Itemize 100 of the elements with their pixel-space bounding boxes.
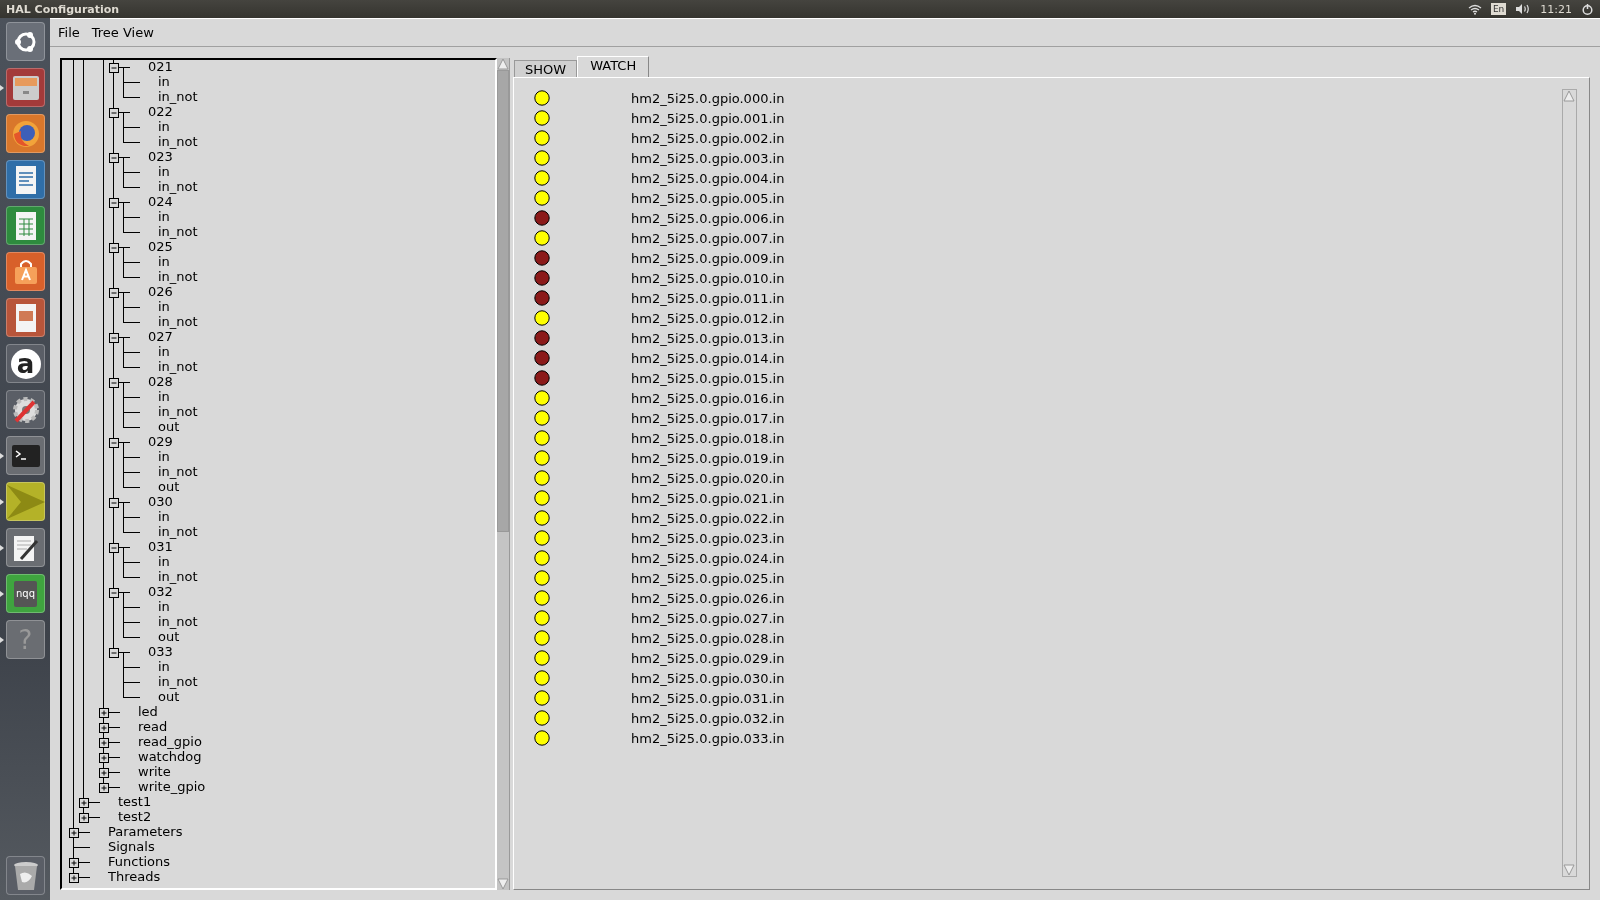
tree-item[interactable]: in <box>158 209 170 225</box>
collapse-icon[interactable] <box>109 587 119 598</box>
launcher-app-button[interactable] <box>6 856 45 895</box>
expand-icon[interactable] <box>69 827 79 838</box>
tree-item[interactable]: test1 <box>118 794 152 810</box>
tree-item[interactable]: in <box>158 659 170 675</box>
expand-icon[interactable] <box>69 872 79 883</box>
launcher-app-button[interactable]: nqq <box>6 574 45 613</box>
speaker-icon[interactable] <box>1515 3 1532 15</box>
tree-item[interactable]: 029 <box>148 434 173 450</box>
scrollbar-thumb[interactable] <box>497 70 509 532</box>
launcher-app-button[interactable] <box>6 22 45 61</box>
tree-item[interactable]: 032 <box>148 584 173 600</box>
collapse-icon[interactable] <box>109 647 119 658</box>
tree-item[interactable]: 028 <box>148 374 173 390</box>
collapse-icon[interactable] <box>109 242 119 253</box>
tree-item[interactable]: in <box>158 299 170 315</box>
tree-item[interactable]: in <box>158 599 170 615</box>
tree-item[interactable]: in <box>158 164 170 180</box>
expand-icon[interactable] <box>69 857 79 868</box>
menu-item[interactable]: Tree View <box>91 23 154 42</box>
tree-guide-lines <box>72 675 140 690</box>
keyboard-layout-indicator[interactable]: En <box>1490 3 1507 15</box>
launcher-app-button[interactable] <box>6 390 45 429</box>
tree-item[interactable]: 025 <box>148 239 173 255</box>
collapse-icon[interactable] <box>109 107 119 118</box>
tree-item[interactable]: 024 <box>148 194 173 210</box>
launcher-app-button[interactable] <box>6 436 45 475</box>
tree-item[interactable]: Threads <box>108 869 161 885</box>
tree-item[interactable]: out <box>158 629 180 645</box>
tree-item[interactable]: in_not <box>158 179 198 195</box>
tree-item[interactable]: in <box>158 119 170 135</box>
tree-item[interactable]: 027 <box>148 329 173 345</box>
collapse-icon[interactable] <box>109 287 119 298</box>
tree-item[interactable]: in <box>158 74 170 90</box>
tree-item[interactable]: in_not <box>158 674 198 690</box>
collapse-icon[interactable] <box>109 377 119 388</box>
tree-item[interactable]: Functions <box>108 854 171 870</box>
tree-item[interactable]: read <box>138 719 168 735</box>
expand-icon[interactable] <box>99 707 109 718</box>
collapse-icon[interactable] <box>109 437 119 448</box>
launcher-app-button[interactable] <box>6 160 45 199</box>
pin-name: hm2_5i25.0.gpio.022.in <box>631 510 785 526</box>
expand-icon[interactable] <box>79 812 89 823</box>
tree-item[interactable]: 031 <box>148 539 173 555</box>
tree-item[interactable]: Parameters <box>108 824 183 840</box>
tree-item[interactable]: in_not <box>158 524 198 540</box>
tree-item[interactable]: 021 <box>148 60 173 75</box>
clock[interactable]: 11:21 <box>1540 2 1572 16</box>
collapse-icon[interactable] <box>109 62 119 73</box>
expand-icon[interactable] <box>99 752 109 763</box>
tree-item[interactable]: in_not <box>158 134 198 150</box>
tree-scrollbar[interactable] <box>497 58 510 890</box>
expand-icon[interactable] <box>79 797 89 808</box>
expand-icon[interactable] <box>99 782 109 793</box>
tree-item[interactable]: write_gpio <box>138 779 206 795</box>
tree-item[interactable]: in_not <box>158 464 198 480</box>
tree-item[interactable]: in <box>158 509 170 525</box>
tree-item[interactable]: in <box>158 554 170 570</box>
tree-item[interactable]: in <box>158 449 170 465</box>
tree-item[interactable]: in_not <box>158 269 198 285</box>
tree-item[interactable]: out <box>158 419 180 435</box>
tree-item[interactable]: in_not <box>158 569 198 585</box>
tree-item[interactable]: in <box>158 344 170 360</box>
expand-icon[interactable] <box>99 767 109 778</box>
wifi-icon[interactable] <box>1467 3 1482 15</box>
power-icon[interactable] <box>1581 2 1594 16</box>
tree-item[interactable]: led <box>138 704 158 720</box>
expand-icon[interactable] <box>99 737 109 748</box>
tree-item[interactable]: in <box>158 254 170 270</box>
tree-item[interactable]: 023 <box>148 149 173 165</box>
tree-item[interactable]: 030 <box>148 494 173 510</box>
collapse-icon[interactable] <box>109 497 119 508</box>
tree-item[interactable]: test2 <box>118 809 152 825</box>
tree-item[interactable]: in_not <box>158 359 198 375</box>
tree-item[interactable]: in_not <box>158 614 198 630</box>
tree-item[interactable]: in_not <box>158 404 198 420</box>
launcher-app-button[interactable] <box>6 528 45 567</box>
tree-item[interactable]: in_not <box>158 89 198 105</box>
tree-item[interactable]: read_gpio <box>138 734 202 750</box>
collapse-icon[interactable] <box>109 197 119 208</box>
tab[interactable]: WATCH <box>577 56 650 77</box>
tree-item[interactable]: 026 <box>148 284 173 300</box>
expand-icon[interactable] <box>99 722 109 733</box>
collapse-icon[interactable] <box>109 152 119 163</box>
tree-item[interactable]: in_not <box>158 224 198 240</box>
tree-item[interactable]: out <box>158 479 180 495</box>
pin-name: hm2_5i25.0.gpio.010.in <box>631 270 785 286</box>
tree-item[interactable]: in_not <box>158 314 198 330</box>
tree-item[interactable]: write <box>138 764 171 780</box>
tree-item[interactable]: out <box>158 689 180 705</box>
tree-item[interactable]: watchdog <box>138 749 202 765</box>
tab[interactable]: SHOW <box>514 60 578 77</box>
tree-item[interactable]: 033 <box>148 644 173 660</box>
tree-item[interactable]: 022 <box>148 104 173 120</box>
menu-item[interactable]: File <box>58 23 80 42</box>
tree-item[interactable]: Signals <box>108 839 155 855</box>
collapse-icon[interactable] <box>109 542 119 553</box>
tree-item[interactable]: in <box>158 389 170 405</box>
collapse-icon[interactable] <box>109 332 119 343</box>
